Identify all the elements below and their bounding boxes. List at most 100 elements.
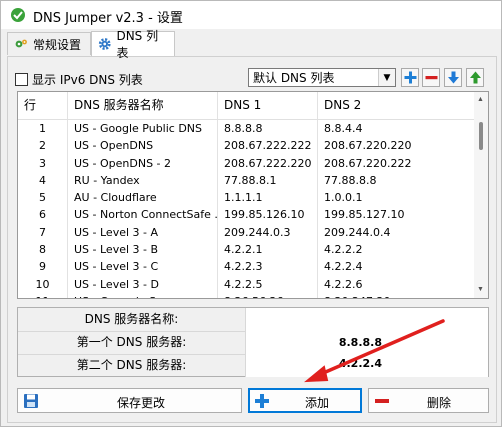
column-header-dns2[interactable]: DNS 2 <box>318 92 474 119</box>
table-row[interactable]: 8 US - Level 3 - B 4.2.2.1 4.2.2.2 <box>18 241 474 259</box>
primary-dns-label: 第一个 DNS 服务器: <box>18 331 246 354</box>
table-body: 1 US - Google Public DNS 8.8.8.8 8.8.4.4 2 US… <box>18 120 474 298</box>
dns2-cell: 77.88.8.8 <box>324 173 377 187</box>
gear-icon <box>98 38 111 50</box>
plus-icon <box>404 71 416 84</box>
dns1-cell: 199.85.126.10 <box>218 206 318 224</box>
server-name-cell: US - Level 3 - D <box>68 275 218 293</box>
dns1-cell: 208.67.222.220 <box>218 154 318 172</box>
table-row[interactable]: 9 US - Level 3 - C 4.2.2.3 4.2.2.4 <box>18 258 474 276</box>
secondary-dns-row: 第二个 DNS 服务器: 4.2.2.4 <box>18 354 488 377</box>
row-number-cell: 5 <box>18 189 68 207</box>
table-scrollbar[interactable]: ▲ ▼ <box>474 92 488 298</box>
row-number-cell: 3 <box>18 154 68 172</box>
server-name-row: DNS 服务器名称: <box>18 308 488 332</box>
server-name-cell: US - Level 3 - A <box>68 223 218 242</box>
arrow-down-icon <box>447 71 459 84</box>
dns1-cell: 4.2.2.1 <box>218 241 318 259</box>
add-server-button[interactable]: 添加 <box>248 388 362 413</box>
server-name-cell: US - Comodo Secure <box>68 292 218 298</box>
table-row[interactable]: 4 RU - Yandex 77.88.8.1 77.88.8.8 <box>18 171 474 190</box>
remove-entry-button[interactable] <box>422 68 440 87</box>
tab-general-settings[interactable]: 常规设置 <box>7 32 91 55</box>
table-header: 行 DNS 服务器名称 DNS 1 DNS 2 <box>18 92 474 120</box>
table-row[interactable]: 7 US - Level 3 - A 209.244.0.3 209.244.0.4 <box>18 223 474 242</box>
move-down-button[interactable] <box>444 68 462 87</box>
dns2-cell: 208.67.220.222 <box>324 156 412 170</box>
dns-server-table[interactable]: 行 DNS 服务器名称 DNS 1 DNS 2 1 US - Google Pub… <box>17 91 489 299</box>
dns2-cell: 8.8.4.4 <box>324 122 363 135</box>
arrow-up-icon <box>469 71 481 84</box>
row-number-cell: 10 <box>18 275 68 293</box>
server-name-cell: US - OpenDNS - 2 <box>68 154 218 172</box>
row-number-cell: 9 <box>18 258 68 276</box>
row-number-cell: 11 <box>18 292 68 298</box>
table-row[interactable]: 3 US - OpenDNS - 2 208.67.222.220 208.67.22… <box>18 154 474 172</box>
row-number-cell: 4 <box>18 171 68 190</box>
dns-list-select-value: 默认 DNS 列表 <box>253 71 335 85</box>
dns1-cell: 209.244.0.3 <box>218 223 318 242</box>
dns-list-select[interactable]: 默认 DNS 列表 ▼ <box>248 68 396 87</box>
dns2-cell: 208.67.220.220 <box>324 139 412 153</box>
dns1-cell: 77.88.8.1 <box>218 171 318 190</box>
minus-icon <box>425 76 437 80</box>
table-row[interactable]: 11US - Comodo Secure8.26.56.268.20.247.2… <box>18 292 474 298</box>
settings-tab-icon <box>15 39 27 48</box>
server-name-cell: RU - Yandex <box>68 171 218 190</box>
primary-dns-field[interactable]: 8.8.8.8 <box>246 331 488 354</box>
ipv6-checkbox-box[interactable] <box>15 73 28 86</box>
server-name-cell: US - Level 3 - C <box>68 258 218 276</box>
server-name-cell: AU - Cloudflare <box>68 189 218 207</box>
server-name-cell: US - Level 3 - B <box>68 241 218 259</box>
scroll-down-icon[interactable]: ▼ <box>477 286 484 293</box>
scroll-up-icon[interactable]: ▲ <box>477 96 484 103</box>
plus-icon <box>255 394 269 408</box>
save-changes-button[interactable]: 保存更改 <box>17 388 242 413</box>
dns1-cell: 208.67.222.222 <box>218 137 318 155</box>
row-number-cell: 1 <box>18 120 68 138</box>
table-row[interactable]: 5 AU - Cloudflare 1.1.1.1 1.0.0.1 <box>18 189 474 207</box>
dns2-cell: 209.244.0.4 <box>324 225 391 239</box>
server-name-cell: US - Norton ConnectSafe ... <box>68 206 218 224</box>
window-title: DNS Jumper v2.3 - 设置 <box>33 11 183 26</box>
app-logo-icon <box>11 8 25 22</box>
table-row[interactable]: 6 US - Norton ConnectSafe ... 199.85.126.1… <box>18 206 474 224</box>
chevron-down-icon[interactable]: ▼ <box>378 69 395 86</box>
delete-server-button[interactable]: 删除 <box>368 388 489 413</box>
minus-icon <box>375 399 389 403</box>
tab-dns-list[interactable]: DNS 列表 <box>91 29 175 60</box>
table-row[interactable]: 1 US - Google Public DNS 8.8.8.8 8.8.4.4 <box>18 120 474 138</box>
floppy-disk-icon <box>24 394 38 408</box>
server-name-cell: US - OpenDNS <box>68 137 218 155</box>
column-header-name[interactable]: DNS 服务器名称 <box>68 92 218 119</box>
row-number-cell: 6 <box>18 206 68 224</box>
dns1-cell: 8.26.56.26 <box>218 292 318 298</box>
server-name-cell: US - Google Public DNS <box>68 120 218 138</box>
column-header-dns1[interactable]: DNS 1 <box>218 92 318 119</box>
dns2-cell: 199.85.127.10 <box>324 208 405 222</box>
server-name-label: DNS 服务器名称: <box>18 308 246 331</box>
table-row[interactable]: 2 US - OpenDNS 208.67.222.222 208.67.220.22… <box>18 137 474 155</box>
save-changes-label: 保存更改 <box>117 396 166 410</box>
server-name-field[interactable] <box>246 308 488 331</box>
table-row[interactable]: 10 US - Level 3 - D 4.2.2.5 4.2.2.6 <box>18 275 474 293</box>
dns1-cell: 4.2.2.5 <box>218 275 318 293</box>
dns2-cell: 4.2.2.6 <box>324 277 363 291</box>
column-header-row[interactable]: 行 <box>18 92 68 119</box>
dns1-cell: 4.2.2.3 <box>218 258 318 276</box>
primary-dns-row: 第一个 DNS 服务器: 8.8.8.8 <box>18 331 488 355</box>
ipv6-checkbox[interactable]: 显示 IPv6 DNS 列表 <box>15 71 143 88</box>
dns2-cell: 8.20.247.20 <box>318 293 474 298</box>
scrollbar-thumb[interactable] <box>479 122 483 150</box>
dns2-cell: 1.0.0.1 <box>324 191 363 205</box>
row-number-cell: 2 <box>18 137 68 155</box>
move-up-button[interactable] <box>466 68 484 87</box>
dns2-cell: 4.2.2.4 <box>324 260 363 274</box>
secondary-dns-label: 第二个 DNS 服务器: <box>18 354 246 377</box>
settings-window: DNS Jumper v2.3 - 设置 常规设置 DNS 列表 显示 IPv6… <box>0 0 502 427</box>
add-entry-button[interactable] <box>401 68 419 87</box>
secondary-dns-field[interactable]: 4.2.2.4 <box>246 354 488 377</box>
tab-general-settings-label: 常规设置 <box>33 37 82 52</box>
dns2-cell: 4.2.2.2 <box>324 243 363 257</box>
tab-bar: 常规设置 DNS 列表 <box>7 29 497 60</box>
